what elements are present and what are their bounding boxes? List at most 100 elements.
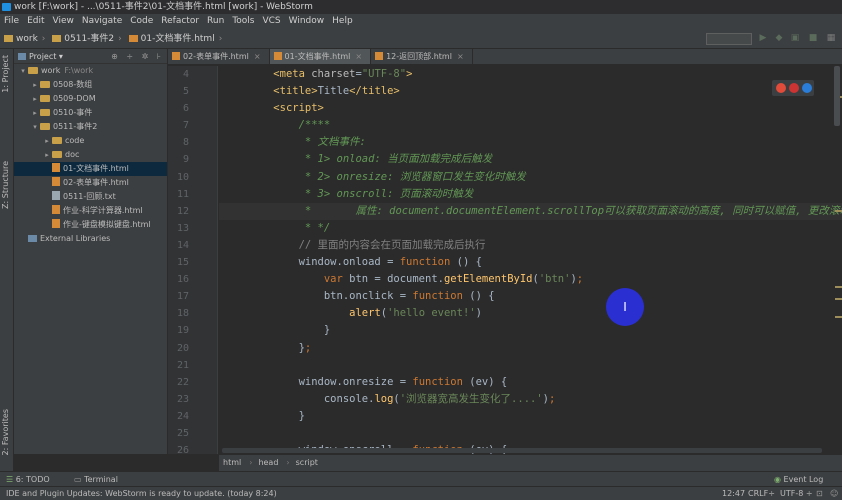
line-number: 21 <box>176 359 189 371</box>
settings-icon[interactable]: ▦ <box>826 33 836 43</box>
menu-view[interactable]: View <box>49 14 78 29</box>
tree-item[interactable]: 01-文档事件.html <box>14 162 167 176</box>
tree-item[interactable]: ▸ 0508-数组 <box>14 78 167 92</box>
breadcrumb-script[interactable]: script <box>296 455 326 471</box>
favorites-tool-tab[interactable]: 2: Favorites <box>1 409 13 455</box>
line-number: 19 <box>176 325 189 337</box>
breadcrumb-html[interactable]: html <box>223 455 249 471</box>
tree-item[interactable]: ▸ code <box>14 134 167 148</box>
tree-item-label: 0511-回顾.txt <box>63 192 116 201</box>
close-icon[interactable]: × <box>254 52 261 61</box>
editor-tab[interactable]: 02-表单事件.html × <box>168 49 270 64</box>
editor-horizontal-scrollbar[interactable] <box>222 448 822 453</box>
editor-tab-active[interactable]: 01-文档事件.html × <box>269 49 372 64</box>
chevron-down-icon[interactable]: ▾ <box>30 120 40 134</box>
tree-item[interactable]: ▸ 0509-DOM <box>14 92 167 106</box>
breadcrumb-work[interactable]: work › <box>0 29 45 48</box>
error-stripe-mark[interactable] <box>835 286 842 288</box>
tree-item[interactable]: ▸ 0510-事件 <box>14 106 167 120</box>
inspector-icon[interactable]: ☺ <box>830 487 838 500</box>
project-view-selector[interactable]: Project ▾ <box>18 52 63 61</box>
chevron-right-icon[interactable]: ▸ <box>30 78 40 92</box>
breadcrumb-head[interactable]: head <box>258 455 286 471</box>
code-editor[interactable]: <meta charset="UTF-8"> <title>Title</tit… <box>219 66 842 454</box>
menu-code[interactable]: Code <box>126 14 157 29</box>
code-line: * 文档事件: <box>304 136 366 149</box>
folder-icon <box>52 137 62 144</box>
line-separator[interactable]: CRLF÷ <box>748 487 775 500</box>
close-icon[interactable]: × <box>355 52 362 61</box>
ie-icon[interactable] <box>802 83 812 93</box>
chrome-icon[interactable] <box>776 83 786 93</box>
tree-item[interactable]: 0511-回顾.txt <box>14 190 167 204</box>
folder-icon <box>52 151 62 158</box>
library-icon <box>28 235 37 242</box>
todo-tab[interactable]: ☰ 6: TODO <box>6 472 50 487</box>
tree-item[interactable]: ▾ work F:\work <box>14 64 167 78</box>
project-tool-tab[interactable]: 1: Project <box>1 55 13 93</box>
error-stripe-mark[interactable] <box>835 298 842 300</box>
breadcrumb-file[interactable]: 01-文档事件.html › <box>125 29 222 48</box>
chevron-right-icon[interactable]: ▸ <box>30 92 40 106</box>
breadcrumb-folder[interactable]: 0511-事件2 › <box>48 29 122 48</box>
menu-edit[interactable]: Edit <box>23 14 48 29</box>
tree-item[interactable]: ▸ doc <box>14 148 167 162</box>
tree-item[interactable]: 02-表单事件.html <box>14 176 167 190</box>
debug-icon[interactable]: ◆ <box>774 33 784 43</box>
folder-icon <box>28 67 38 74</box>
tree-item-label: 01-文档事件.html <box>63 164 129 173</box>
menu-vcs[interactable]: VCS <box>258 14 284 29</box>
code-line: }; <box>248 341 312 354</box>
tree-item[interactable]: External Libraries <box>14 232 167 246</box>
run-icon[interactable]: ▶ <box>758 33 768 43</box>
structure-tool-tab[interactable]: Z: Structure <box>1 161 13 209</box>
tree-item[interactable]: 作业-键盘模拟键盘.html <box>14 218 167 232</box>
menu-refactor[interactable]: Refactor <box>157 14 203 29</box>
line-number: 4 <box>182 69 189 80</box>
html-file-icon <box>52 219 60 228</box>
terminal-tab[interactable]: ▭ Terminal <box>74 472 118 487</box>
close-icon[interactable]: × <box>457 52 464 61</box>
line-number: 22 <box>176 376 189 388</box>
tree-item-label: work <box>41 66 61 75</box>
chevron-right-icon[interactable]: ▸ <box>42 148 52 162</box>
menu-navigate[interactable]: Navigate <box>78 14 126 29</box>
line-number: 18 <box>176 308 189 320</box>
run-config-dropdown[interactable] <box>706 33 752 45</box>
menu-run[interactable]: Run <box>203 14 228 29</box>
chevron-right-icon[interactable]: ▸ <box>30 106 40 120</box>
code-line: // 里面的内容会在页面加载完成后执行 <box>298 238 486 251</box>
event-log-icon: ◉ <box>774 475 781 484</box>
caret-position[interactable]: 12:47 <box>722 487 745 500</box>
panel-actions[interactable]: ⊕ ÷ ✲ ⊦ <box>111 49 164 64</box>
line-number-gutter: 4 5 6 7 8 9 10 11 12 13 14 15 16 17 18 19 20 21 22 23 24 25 26 <box>168 66 218 454</box>
code-line: console.log('浏览器宽高发生变化了....'); <box>248 392 556 405</box>
coverage-icon[interactable]: ▣ <box>790 33 800 43</box>
tree-item[interactable]: ▾ 0511-事件2 <box>14 120 167 134</box>
chevron-right-icon[interactable]: ▸ <box>42 134 52 148</box>
status-message[interactable]: IDE and Plugin Updates: WebStorm is read… <box>6 487 277 500</box>
event-log-tab[interactable]: ◉ Event Log <box>774 472 823 487</box>
menu-file[interactable]: File <box>0 14 23 29</box>
tree-item[interactable]: 作业-科学计算器.html <box>14 204 167 218</box>
menu-window[interactable]: Window <box>285 14 329 29</box>
html-file-icon <box>172 52 180 60</box>
editor-vertical-scrollbar[interactable] <box>834 66 840 126</box>
error-stripe-mark[interactable] <box>835 316 842 318</box>
line-number: 15 <box>176 257 189 269</box>
line-number: 5 <box>182 86 189 98</box>
stop-icon[interactable]: ■ <box>808 33 818 43</box>
lock-icon[interactable]: ⊡ <box>816 487 823 500</box>
file-encoding[interactable]: UTF-8 ÷ <box>780 487 813 500</box>
error-stripe-mark[interactable] <box>835 210 842 212</box>
menu-help[interactable]: Help <box>328 14 357 29</box>
menu-tools[interactable]: Tools <box>228 14 258 29</box>
line-number: 17 <box>176 291 189 303</box>
editor-tab[interactable]: 12-返回顶部.html × <box>371 49 473 64</box>
opera-icon[interactable] <box>789 83 799 93</box>
line-number: 13 <box>176 222 189 234</box>
code-line: <title>Title</title> <box>273 85 400 98</box>
chevron-down-icon[interactable]: ▾ <box>18 64 28 78</box>
editor-breadcrumb: html › head › script <box>219 454 842 471</box>
